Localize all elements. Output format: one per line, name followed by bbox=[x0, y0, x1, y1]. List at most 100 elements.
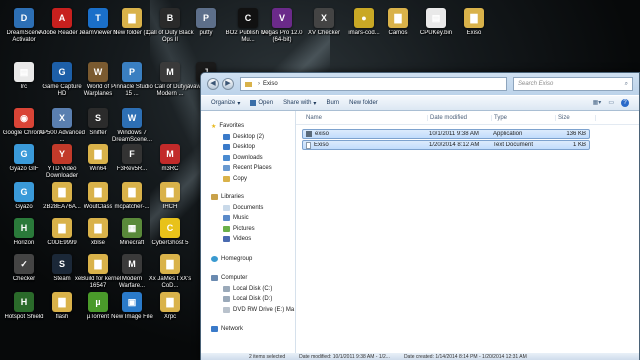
file-type: Text Document bbox=[493, 142, 534, 148]
search-input[interactable]: Search Exiso ⌕ bbox=[513, 77, 633, 91]
desktop-icon-label: Minecraft bbox=[119, 240, 145, 246]
app-icon: G bbox=[52, 62, 72, 82]
command-bar: Organize ▾ Open Share with ▾ Burn New fold… bbox=[201, 95, 639, 111]
back-button[interactable]: ◀ bbox=[207, 78, 219, 90]
nav-item-music[interactable]: Music bbox=[201, 213, 295, 224]
nav-item-documents[interactable]: Documents bbox=[201, 203, 295, 214]
app-icon: ✓ bbox=[14, 254, 34, 274]
desktop-icon-label: XV Checker bbox=[307, 30, 340, 36]
app-icon: ▇ bbox=[160, 254, 180, 274]
new-folder-button[interactable]: New folder bbox=[349, 100, 378, 106]
desktop-icon-label: xblse bbox=[90, 240, 105, 246]
desktop-icon-item[interactable]: Pputty bbox=[182, 8, 230, 52]
app-icon: ▇ bbox=[88, 254, 108, 274]
application-icon bbox=[306, 131, 312, 137]
desktop-icon-label: Checker bbox=[12, 276, 36, 282]
nav-homegroup[interactable]: Homegroup bbox=[201, 254, 295, 265]
recent-places-icon bbox=[223, 165, 230, 172]
app-icon: H bbox=[14, 218, 34, 238]
nav-item-local-disk-c[interactable]: Local Disk (C:) bbox=[201, 284, 295, 295]
desktop-icon-item[interactable]: V Vegas Pro 12.0 (64-bit) bbox=[258, 8, 306, 52]
help-icon[interactable]: ? bbox=[621, 99, 629, 107]
status-date-created: Date created: 1/14/2014 8:14 PM - 1/20/2… bbox=[403, 354, 527, 360]
nav-item-desktop-2[interactable]: Desktop (2) bbox=[201, 132, 295, 143]
file-date: 1/20/2014 8:12 AM bbox=[429, 142, 480, 148]
nav-item-recent-places[interactable]: Recent Places bbox=[201, 163, 295, 174]
libraries-icon bbox=[211, 194, 218, 201]
app-icon: S bbox=[88, 108, 108, 128]
column-header-size[interactable]: Size bbox=[556, 114, 596, 121]
drive-icon bbox=[223, 285, 230, 292]
nav-item-copy[interactable]: Copy bbox=[201, 174, 295, 185]
app-icon: C bbox=[238, 8, 258, 28]
breadcrumb-separator: › bbox=[258, 81, 260, 87]
app-icon: ▇ bbox=[464, 8, 484, 28]
status-date-modified: Date modified: 10/1/2011 9:38 AM - 1/2..… bbox=[299, 354, 390, 360]
address-bar[interactable]: › Exiso bbox=[240, 77, 507, 91]
documents-icon bbox=[223, 204, 230, 211]
app-icon: V bbox=[272, 8, 292, 28]
explorer-window: ◀ ▶ › Exiso Search Exiso ⌕ Organize ▾ Ope… bbox=[200, 72, 640, 360]
share-with-button[interactable]: Share with ▾ bbox=[283, 100, 316, 107]
desktop-icon-label: CPUKey.bin bbox=[419, 30, 453, 36]
desktop-icon-label: m3RC bbox=[161, 166, 179, 172]
app-icon: ▇ bbox=[52, 182, 72, 202]
nav-item-local-disk-d[interactable]: Local Disk (D:) bbox=[201, 294, 295, 305]
selection-count: 2 items selected bbox=[249, 354, 286, 360]
organize-button[interactable]: Organize ▾ bbox=[211, 100, 240, 107]
desktop-icon-label: Xx JaMes t xX's CoD... bbox=[148, 276, 192, 289]
app-icon: H bbox=[14, 292, 34, 312]
app-icon: ▇ bbox=[52, 218, 72, 238]
app-icon: B bbox=[160, 8, 180, 28]
desktop-icon-label: Gyazo GIF bbox=[9, 166, 39, 172]
file-size: 136 KB bbox=[566, 131, 586, 137]
app-icon: ▣ bbox=[122, 292, 142, 312]
dvd-drive-icon bbox=[223, 306, 230, 313]
app-icon: µ bbox=[88, 292, 108, 312]
file-name: exiso bbox=[315, 131, 330, 137]
desktop-icon-item[interactable]: ▇ Exiso bbox=[450, 8, 498, 52]
open-button[interactable]: Open bbox=[250, 100, 273, 106]
app-icon: ▇ bbox=[388, 8, 408, 28]
downloads-icon bbox=[223, 154, 230, 161]
burn-button[interactable]: Burn bbox=[326, 100, 339, 106]
nav-favorites[interactable]: ★ Favorites bbox=[201, 121, 295, 132]
app-icon: ▤ bbox=[14, 62, 34, 82]
nav-computer[interactable]: Computer bbox=[201, 273, 295, 284]
folder-icon bbox=[245, 81, 252, 87]
app-icon: ▤ bbox=[426, 8, 446, 28]
nav-libraries[interactable]: Libraries bbox=[201, 192, 295, 203]
desktop-icon-label: Xrpc bbox=[163, 314, 177, 320]
nav-network[interactable]: Network bbox=[201, 324, 295, 335]
view-options-icon[interactable]: ▦▾ bbox=[593, 99, 602, 107]
app-icon: ▇ bbox=[160, 292, 180, 312]
folder-icon bbox=[223, 175, 230, 182]
nav-item-desktop[interactable]: Desktop bbox=[201, 142, 295, 153]
search-icon: ⌕ bbox=[624, 80, 628, 87]
nav-item-downloads[interactable]: Downloads bbox=[201, 153, 295, 164]
address-row: ◀ ▶ › Exiso Search Exiso ⌕ bbox=[201, 73, 639, 95]
file-row[interactable]: exiso 10/1/2011 9:38 AM Application 136 … bbox=[302, 129, 590, 139]
breadcrumb-current[interactable]: Exiso bbox=[263, 81, 278, 87]
desktop-icon-item[interactable]: ▇ Xrpc bbox=[146, 292, 194, 336]
chevron-down-icon: ▾ bbox=[313, 100, 317, 107]
nav-item-videos[interactable]: Videos bbox=[201, 234, 295, 245]
app-icon: X bbox=[314, 8, 334, 28]
column-header-date[interactable]: Date modified bbox=[428, 114, 492, 121]
nav-item-pictures[interactable]: Pictures bbox=[201, 224, 295, 235]
file-row[interactable]: Exiso 1/20/2014 8:12 AM Text Document 1 … bbox=[302, 140, 590, 150]
app-icon: M bbox=[160, 144, 180, 164]
desktop-icon-label: lrc bbox=[20, 84, 28, 90]
column-header-name[interactable]: Name bbox=[304, 114, 428, 121]
file-size: 1 KB bbox=[572, 142, 586, 148]
nav-item-dvd-drive[interactable]: DVD RW Drive (E:) Ma bbox=[201, 305, 295, 316]
forward-button[interactable]: ▶ bbox=[222, 78, 234, 90]
preview-pane-icon[interactable]: ▭ bbox=[608, 99, 614, 107]
column-header-type[interactable]: Type bbox=[492, 114, 556, 121]
network-icon bbox=[211, 326, 218, 333]
app-icon: M bbox=[122, 254, 142, 274]
desktop-icon-label: CyberGhost 5 bbox=[151, 240, 189, 246]
desktop-icon-label: Camos bbox=[388, 30, 408, 36]
desktop-icon-label: Gyazo bbox=[15, 204, 33, 210]
app-icon: T bbox=[88, 8, 108, 28]
